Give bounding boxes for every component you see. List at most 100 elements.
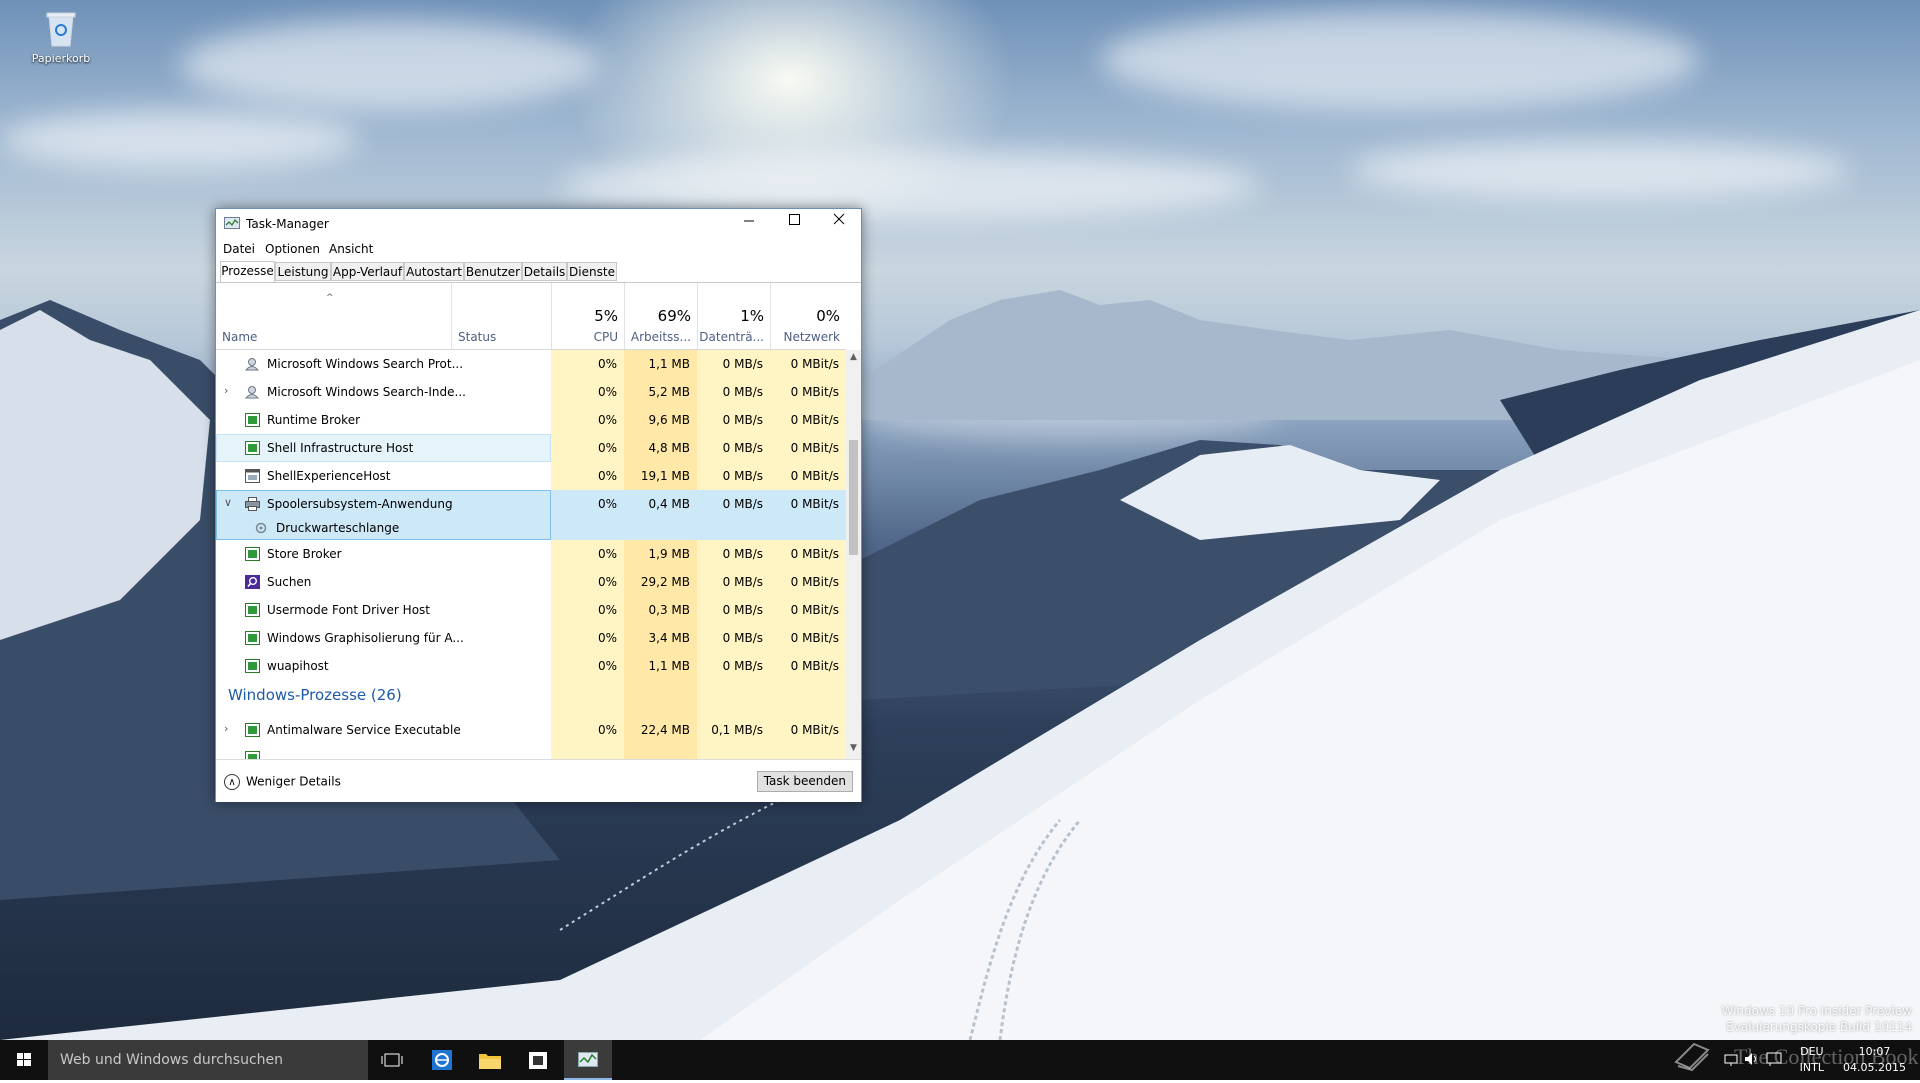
search-service-icon bbox=[244, 357, 260, 371]
process-name: Spoolersubsystem-Anwendung bbox=[267, 497, 453, 511]
title-bar[interactable]: Task-Manager bbox=[216, 209, 861, 239]
disk-value: 0,1 MB/s bbox=[697, 716, 770, 744]
group-title-windows-processes: Windows-Prozesse (26) bbox=[228, 686, 402, 704]
table-row[interactable]: Usermode Font Driver Host 0% 0,3 MB 0 MB… bbox=[216, 596, 846, 624]
table-row[interactable]: › Microsoft Windows Search-Inde... 0% 5,… bbox=[216, 378, 846, 406]
table-row[interactable] bbox=[216, 744, 846, 759]
network-value: 0 MBit/s bbox=[770, 540, 846, 568]
table-row[interactable]: Suchen 0% 29,2 MB 0 MB/s 0 MBit/s bbox=[216, 568, 846, 596]
windows-logo-icon bbox=[17, 1053, 31, 1066]
network-value: 0 MBit/s bbox=[770, 716, 846, 744]
column-status[interactable]: Status bbox=[451, 283, 551, 349]
process-name: Store Broker bbox=[267, 547, 342, 561]
table-row[interactable]: Windows Graphisolierung für A... 0% 3,4 … bbox=[216, 624, 846, 652]
network-value: 0 MBit/s bbox=[770, 490, 846, 518]
disk-value: 0 MB/s bbox=[697, 652, 770, 680]
table-row[interactable]: ShellExperienceHost 0% 19,1 MB 0 MB/s 0 … bbox=[216, 462, 846, 490]
disk-value: 0 MB/s bbox=[697, 406, 770, 434]
file-explorer-icon bbox=[479, 1054, 501, 1069]
cpu-value: 0% bbox=[551, 490, 624, 518]
table-row[interactable]: Shell Infrastructure Host 0% 4,8 MB 0 MB… bbox=[216, 434, 846, 462]
cpu-value: 0% bbox=[551, 434, 624, 462]
cpu-value bbox=[551, 744, 624, 759]
recycle-bin[interactable]: Papierkorb bbox=[26, 8, 96, 65]
menu-options[interactable]: Optionen bbox=[265, 242, 320, 256]
memory-value: 9,6 MB bbox=[624, 406, 697, 434]
maximize-button[interactable] bbox=[771, 209, 816, 239]
process-name: Shell Infrastructure Host bbox=[267, 441, 414, 455]
memory-value: 0,4 MB bbox=[624, 490, 697, 518]
table-row-selected[interactable]: ∨ Spoolersubsystem-Anwendung 0% 0,4 MB 0… bbox=[216, 490, 846, 540]
network-value: 0 MBit/s bbox=[770, 624, 846, 652]
tab-processes[interactable]: Prozesse bbox=[220, 261, 275, 283]
service-gear-icon bbox=[254, 521, 269, 535]
tab-services[interactable]: Dienste bbox=[567, 262, 617, 281]
memory-value: 0,3 MB bbox=[624, 596, 697, 624]
scroll-up-icon[interactable]: ▲ bbox=[846, 352, 861, 366]
menu-view[interactable]: Ansicht bbox=[329, 242, 373, 256]
process-name: Suchen bbox=[267, 575, 312, 589]
menu-file[interactable]: Datei bbox=[223, 242, 255, 256]
task-view-button[interactable] bbox=[368, 1040, 416, 1080]
cpu-value: 0% bbox=[551, 596, 624, 624]
memory-value: 5,2 MB bbox=[624, 378, 697, 406]
chevron-down-icon[interactable]: ∨ bbox=[224, 496, 232, 509]
chevron-right-icon[interactable]: › bbox=[224, 384, 228, 397]
process-name: ShellExperienceHost bbox=[267, 469, 391, 483]
minimize-button[interactable] bbox=[726, 209, 771, 239]
disk-value: 0 MB/s bbox=[697, 378, 770, 406]
task-manager-window: Task-Manager Datei Optionen Ansicht Proz… bbox=[215, 208, 862, 802]
tab-startup[interactable]: Autostart bbox=[404, 262, 464, 281]
internet-explorer-button[interactable] bbox=[418, 1040, 466, 1080]
store-button[interactable] bbox=[514, 1040, 562, 1080]
process-icon bbox=[245, 751, 260, 759]
process-icon bbox=[245, 441, 260, 455]
disk-value: 0 MB/s bbox=[697, 596, 770, 624]
tab-details[interactable]: Details bbox=[522, 262, 567, 281]
network-value: 0 MBit/s bbox=[770, 596, 846, 624]
column-network[interactable]: 0% Netzwerk bbox=[770, 283, 846, 349]
table-row[interactable]: Runtime Broker 0% 9,6 MB 0 MB/s 0 MBit/s bbox=[216, 406, 846, 434]
close-button[interactable] bbox=[816, 209, 861, 239]
vertical-scrollbar[interactable]: ▲ ▼ bbox=[846, 350, 861, 759]
cpu-cell-empty bbox=[551, 518, 624, 540]
cpu-value: 0% bbox=[551, 540, 624, 568]
file-explorer-button[interactable] bbox=[466, 1040, 514, 1080]
table-row[interactable]: Microsoft Windows Search Prot... 0% 1,1 … bbox=[216, 350, 846, 378]
end-task-button[interactable]: Task beenden bbox=[756, 771, 853, 792]
group-header[interactable]: Windows-Prozesse (26) bbox=[216, 680, 846, 716]
table-row[interactable]: wuapihost 0% 1,1 MB 0 MB/s 0 MBit/s bbox=[216, 652, 846, 680]
memory-value: 29,2 MB bbox=[624, 568, 697, 596]
tab-users[interactable]: Benutzer bbox=[464, 262, 522, 281]
chevron-right-icon[interactable]: › bbox=[224, 722, 228, 735]
window-process-icon bbox=[245, 469, 260, 483]
start-button[interactable] bbox=[0, 1040, 48, 1080]
taskbar-search-box[interactable]: Web und Windows durchsuchen bbox=[48, 1040, 368, 1080]
scrollbar-thumb[interactable] bbox=[849, 440, 858, 555]
cpu-value: 0% bbox=[551, 624, 624, 652]
disk-cell-empty bbox=[697, 680, 770, 716]
column-disk[interactable]: 1% Datenträ... bbox=[697, 283, 770, 349]
memory-value: 3,4 MB bbox=[624, 624, 697, 652]
column-name[interactable]: ^ Name bbox=[216, 283, 451, 349]
cortana-search-icon bbox=[245, 575, 260, 589]
cpu-value: 0% bbox=[551, 716, 624, 744]
publisher-name: The Collection Book bbox=[1734, 1044, 1919, 1069]
memory-cell-empty bbox=[624, 518, 697, 540]
scroll-down-icon[interactable]: ▼ bbox=[846, 743, 861, 757]
memory-value: 1,9 MB bbox=[624, 540, 697, 568]
process-icon bbox=[245, 659, 260, 673]
service-name[interactable]: Druckwarteschlange bbox=[276, 521, 399, 535]
fewer-details-link[interactable]: ∧ Weniger Details bbox=[224, 774, 341, 790]
column-cpu[interactable]: 5% CPU bbox=[551, 283, 624, 349]
task-manager-taskbar-button[interactable] bbox=[564, 1040, 612, 1080]
taskbar: Web und Windows durchsuchen DEU INTL 10:… bbox=[0, 1040, 1920, 1080]
fewer-details-label: Weniger Details bbox=[246, 774, 341, 789]
tab-app-history[interactable]: App-Verlauf bbox=[331, 262, 404, 281]
printer-icon bbox=[245, 497, 260, 511]
table-row[interactable]: Store Broker 0% 1,9 MB 0 MB/s 0 MBit/s bbox=[216, 540, 846, 568]
table-row[interactable]: › Antimalware Service Executable 0% 22,4… bbox=[216, 716, 846, 744]
process-icon bbox=[245, 413, 260, 427]
tab-performance[interactable]: Leistung bbox=[275, 262, 331, 281]
column-memory[interactable]: 69% Arbeitss... bbox=[624, 283, 697, 349]
